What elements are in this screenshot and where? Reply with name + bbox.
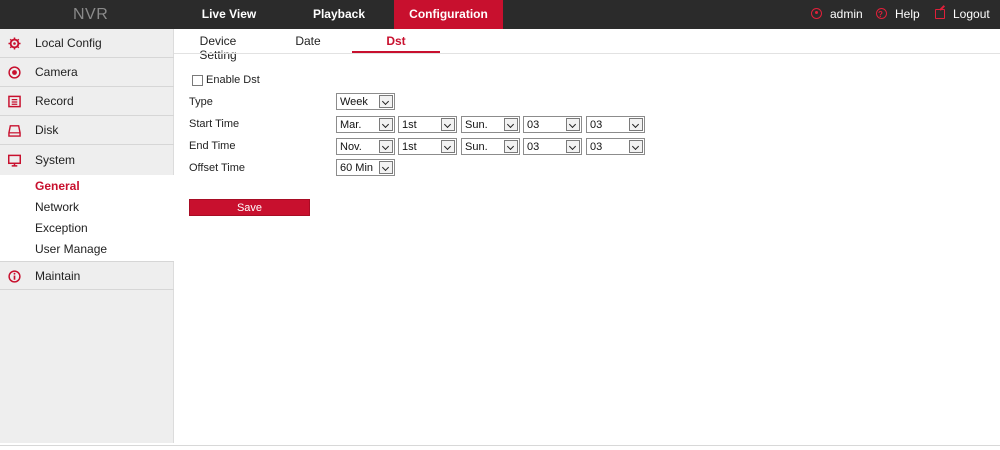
chevron-down-icon [566, 140, 580, 153]
type-select-value: Week [340, 96, 368, 108]
offset-time-value: 60 Min [340, 162, 374, 174]
type-select[interactable]: Week [336, 93, 395, 110]
sidebar: Local Config Camera Record Disk System G… [0, 29, 174, 443]
chevron-down-icon [504, 118, 518, 131]
end-hour-value: 03 [527, 141, 540, 153]
app-logo: NVR [73, 6, 109, 23]
chevron-down-icon [441, 118, 455, 131]
start-day-value: Sun. [465, 119, 488, 131]
chevron-down-icon [379, 161, 393, 174]
camera-icon [8, 66, 21, 79]
sidebar-item-label: Camera [35, 65, 78, 79]
chevron-down-icon [566, 118, 580, 131]
help-icon [876, 0, 887, 29]
user-name: admin [830, 7, 863, 21]
sidebar-item-maintain[interactable]: Maintain [0, 261, 174, 290]
start-day-select[interactable]: Sun. [461, 116, 520, 133]
disk-icon [8, 125, 21, 137]
chevron-down-icon [441, 140, 455, 153]
start-hour-value: 03 [527, 119, 540, 131]
sidebar-item-label: Local Config [35, 36, 102, 50]
active-tab-indicator [352, 51, 440, 53]
nav-live-view[interactable]: Live View [197, 0, 261, 29]
tab-dst[interactable]: Dst [352, 34, 440, 52]
monitor-icon [8, 154, 21, 167]
end-minute-value: 03 [590, 141, 603, 153]
sidebar-item-record[interactable]: Record [0, 87, 174, 116]
chevron-down-icon [379, 118, 393, 131]
sidebar-item-system[interactable]: System [0, 146, 174, 175]
tab-divider [174, 53, 1000, 54]
start-minute-select[interactable]: 03 [586, 116, 645, 133]
enable-dst-label: Enable Dst [206, 74, 260, 86]
chevron-down-icon [629, 118, 643, 131]
chevron-down-icon [629, 140, 643, 153]
user-menu[interactable]: admin [811, 0, 863, 29]
end-time-label: End Time [189, 140, 236, 152]
chevron-down-icon [379, 95, 393, 108]
sidebar-item-camera[interactable]: Camera [0, 58, 174, 87]
start-time-label: Start Time [189, 118, 240, 130]
tab-date[interactable]: Date [290, 34, 326, 52]
help-label: Help [895, 7, 920, 21]
chevron-down-icon [504, 140, 518, 153]
end-week-value: 1st [402, 141, 417, 153]
tab-device-setting[interactable]: Device Setting [180, 34, 256, 62]
user-icon [811, 8, 822, 19]
type-label: Type [189, 96, 213, 108]
offset-time-select[interactable]: 60 Min [336, 159, 395, 176]
sidebar-subitem-network[interactable]: Network [35, 197, 79, 218]
start-month-select[interactable]: Mar. [336, 116, 395, 133]
chevron-down-icon [379, 140, 393, 153]
end-day-value: Sun. [465, 141, 488, 153]
end-month-select[interactable]: Nov. [336, 138, 395, 155]
bottom-divider [0, 445, 1000, 446]
sidebar-item-disk[interactable]: Disk [0, 116, 174, 145]
sidebar-subitem-user-manage[interactable]: User Manage [35, 239, 107, 260]
gear-icon [8, 37, 21, 50]
end-hour-select[interactable]: 03 [523, 138, 582, 155]
sidebar-item-label: Maintain [35, 269, 81, 283]
end-month-value: Nov. [340, 141, 362, 153]
start-minute-value: 03 [590, 119, 603, 131]
end-day-select[interactable]: Sun. [461, 138, 520, 155]
nav-playback[interactable]: Playback [297, 0, 381, 29]
sidebar-item-label: Disk [35, 123, 59, 137]
sidebar-item-label: System [35, 153, 76, 167]
start-month-value: Mar. [340, 119, 362, 131]
save-button[interactable]: Save [189, 199, 310, 216]
enable-dst-checkbox[interactable] [192, 75, 203, 86]
system-submenu: General Network Exception User Manage [0, 175, 174, 261]
help-button[interactable]: Help [876, 0, 920, 29]
record-icon [8, 95, 21, 108]
sidebar-item-local-config[interactable]: Local Config [0, 29, 174, 58]
logout-button[interactable]: Logout [935, 0, 990, 29]
end-minute-select[interactable]: 03 [586, 138, 645, 155]
start-week-value: 1st [402, 119, 417, 131]
start-week-select[interactable]: 1st [398, 116, 457, 133]
top-nav-bar: NVR Live View Playback Configuration adm… [0, 0, 1000, 29]
sidebar-subitem-exception[interactable]: Exception [35, 218, 88, 239]
logout-label: Logout [953, 7, 990, 21]
sidebar-item-label: Record [35, 94, 74, 108]
sidebar-subitem-general[interactable]: General [35, 176, 80, 197]
info-icon [8, 270, 21, 283]
nav-configuration[interactable]: Configuration [394, 0, 503, 29]
offset-time-label: Offset Time [189, 162, 246, 174]
start-hour-select[interactable]: 03 [523, 116, 582, 133]
end-week-select[interactable]: 1st [398, 138, 457, 155]
logout-icon [935, 9, 945, 19]
